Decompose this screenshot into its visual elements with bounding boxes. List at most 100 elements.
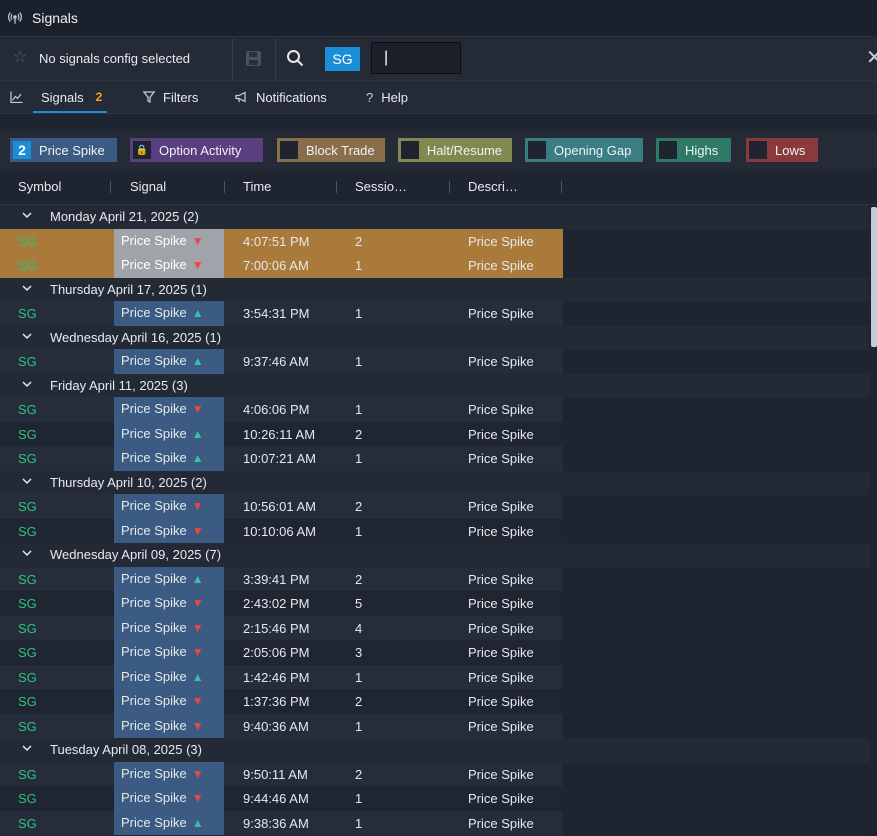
description-cell: Price Spike: [468, 791, 534, 806]
signal-cell: Price Spike ▲: [114, 301, 224, 326]
description-cell: Price Spike: [468, 596, 534, 611]
column-header-1[interactable]: Signal: [130, 179, 166, 194]
symbol-input[interactable]: [371, 42, 461, 74]
table-row[interactable]: SG Price Spike ▼ 7:00:06 AM 1 Price Spike: [0, 253, 563, 278]
symbol-badge[interactable]: SG: [325, 47, 360, 71]
filter-chip-option-activity[interactable]: 🔒 Option Activity: [130, 138, 263, 162]
star-icon[interactable]: ☆: [13, 50, 29, 66]
tab-notifications[interactable]: Notifications: [235, 81, 327, 113]
chevron-down-icon[interactable]: [21, 547, 33, 559]
table-row[interactable]: SG Price Spike ▼ 4:07:51 PM 2 Price Spike: [0, 228, 563, 253]
tab-filters[interactable]: Filters: [143, 81, 198, 113]
column-resize-handle[interactable]: [224, 181, 225, 193]
chevron-down-icon[interactable]: [21, 475, 33, 487]
group-row[interactable]: Friday April 11, 2025 (3): [0, 373, 869, 398]
description-cell: Price Spike: [468, 233, 534, 249]
session-cell: 1: [355, 815, 363, 831]
filter-chip-block-trade[interactable]: Block Trade: [277, 138, 385, 162]
symbol-cell: SG: [18, 571, 37, 587]
filter-chip-price-spike[interactable]: 2 Price Spike: [10, 138, 117, 162]
table-row[interactable]: SG Price Spike ▼ 9:40:36 AM 1 Price Spike: [0, 713, 563, 738]
column-header-3[interactable]: Sessio…: [355, 179, 407, 194]
chevron-down-icon[interactable]: [21, 330, 33, 342]
group-row[interactable]: Wednesday April 16, 2025 (1): [0, 325, 869, 350]
session-cell: 1: [355, 791, 363, 806]
group-row[interactable]: Thursday April 17, 2025 (1): [0, 277, 869, 302]
arrow-down-icon: ▼: [191, 791, 204, 805]
signal-cell: Price Spike ▼: [114, 591, 224, 616]
table-row[interactable]: SG Price Spike ▲ 10:26:11 AM 2 Price Spike: [0, 421, 563, 446]
search-icon[interactable]: [286, 49, 304, 67]
chevron-down-icon[interactable]: [21, 742, 33, 754]
chip-label: Option Activity: [159, 142, 242, 158]
arrow-down-icon: ▼: [191, 718, 204, 733]
table-row[interactable]: SG Price Spike ▼ 10:10:06 AM 1 Price Spike: [0, 518, 563, 543]
table-row[interactable]: SG Price Spike ▼ 4:06:06 PM 1 Price Spike: [0, 397, 563, 422]
column-resize-handle[interactable]: [449, 181, 450, 193]
chevron-down-icon[interactable]: [21, 378, 33, 390]
signal-cell: Price Spike ▲: [114, 566, 224, 591]
table-row[interactable]: SG Price Spike ▼ 10:56:01 AM 2 Price Spike: [0, 494, 563, 519]
table-row[interactable]: SG Price Spike ▼ 1:37:36 PM 2 Price Spike: [0, 689, 563, 714]
chevron-down-icon[interactable]: [21, 282, 33, 294]
group-row[interactable]: Wednesday April 09, 2025 (7): [0, 543, 869, 568]
signal-cell: Price Spike ▼: [114, 228, 224, 253]
table-row[interactable]: SG Price Spike ▼ 9:44:46 AM 1 Price Spike: [0, 786, 563, 811]
symbol-cell: SG: [18, 791, 37, 806]
scrollbar-thumb[interactable]: [871, 207, 877, 347]
column-resize-handle[interactable]: [336, 181, 337, 193]
table-row[interactable]: SG Price Spike ▼ 9:50:11 AM 2 Price Spike: [0, 761, 563, 786]
group-label: Tuesday April 08, 2025 (3): [50, 742, 202, 757]
table-row[interactable]: SG Price Spike ▼ 2:15:46 PM 4 Price Spike: [0, 615, 563, 640]
group-label: Thursday April 17, 2025 (1): [50, 281, 207, 297]
group-label: Wednesday April 09, 2025 (7): [50, 547, 222, 562]
table-row[interactable]: SG Price Spike ▲ 10:07:21 AM 1 Price Spike: [0, 446, 563, 471]
table-row[interactable]: SG Price Spike ▲ 3:39:41 PM 2 Price Spike: [0, 566, 563, 591]
checkbox: [528, 141, 546, 159]
chevron-down-icon[interactable]: [21, 209, 33, 221]
table-row[interactable]: SG Price Spike ▲ 9:37:46 AM 1 Price Spike: [0, 349, 563, 374]
time-cell: 10:26:11 AM: [243, 426, 316, 442]
symbol-cell: SG: [18, 499, 37, 514]
table-row[interactable]: SG Price Spike ▲ 1:42:46 PM 1 Price Spike: [0, 664, 563, 689]
table-row[interactable]: SG Price Spike ▲ 3:54:31 PM 1 Price Spike: [0, 301, 563, 326]
config-selector[interactable]: No signals config selected: [39, 51, 190, 66]
filter-chip-opening-gap[interactable]: Opening Gap: [525, 138, 643, 162]
group-row[interactable]: Thursday April 10, 2025 (2): [0, 470, 869, 495]
filter-chip-highs[interactable]: Highs: [656, 138, 731, 162]
group-row[interactable]: Tuesday April 08, 2025 (3): [0, 738, 869, 763]
time-cell: 2:05:06 PM: [243, 645, 310, 660]
description-cell: Price Spike: [468, 354, 534, 369]
broadcast-icon: [8, 11, 22, 25]
signal-cell: Price Spike ▼: [114, 713, 224, 738]
session-cell: 2: [355, 426, 363, 442]
column-header-4[interactable]: Descri…: [468, 179, 518, 194]
description-cell: Price Spike: [468, 523, 534, 539]
group-label: Monday April 21, 2025 (2): [50, 209, 199, 224]
time-cell: 3:39:41 PM: [243, 571, 310, 587]
close-icon[interactable]: ✕: [866, 48, 877, 68]
arrow-down-icon: ▼: [191, 233, 204, 248]
session-cell: 2: [355, 571, 363, 587]
title-bar: Signals: [0, 0, 877, 37]
table-row[interactable]: SG Price Spike ▼ 2:05:06 PM 3 Price Spike: [0, 640, 563, 665]
group-row[interactable]: Monday April 21, 2025 (2): [0, 205, 869, 230]
column-header-0[interactable]: Symbol: [18, 179, 61, 194]
column-resize-handle[interactable]: [561, 181, 562, 193]
filter-chip-halt-resume[interactable]: Halt/Resume: [398, 138, 512, 162]
checkbox: [659, 141, 677, 159]
arrow-down-icon: ▼: [191, 596, 204, 610]
signal-cell: Price Spike ▲: [114, 664, 224, 689]
save-icon[interactable]: [245, 50, 262, 67]
session-cell: 1: [355, 669, 363, 685]
spacer: [0, 115, 877, 131]
table-row[interactable]: SG Price Spike ▼ 2:43:02 PM 5 Price Spike: [0, 591, 563, 616]
group-label: Wednesday April 16, 2025 (1): [50, 329, 222, 345]
column-resize-handle[interactable]: [110, 181, 111, 193]
tab-help[interactable]: ? Help: [366, 81, 408, 113]
symbol-cell: SG: [18, 596, 37, 611]
table-row[interactable]: SG Price Spike ▲ 9:38:36 AM 1 Price Spike: [0, 810, 563, 835]
filter-chip-lows[interactable]: Lows: [746, 138, 818, 162]
column-header-2[interactable]: Time: [243, 179, 271, 194]
tab-signals[interactable]: Signals 2: [10, 81, 102, 113]
